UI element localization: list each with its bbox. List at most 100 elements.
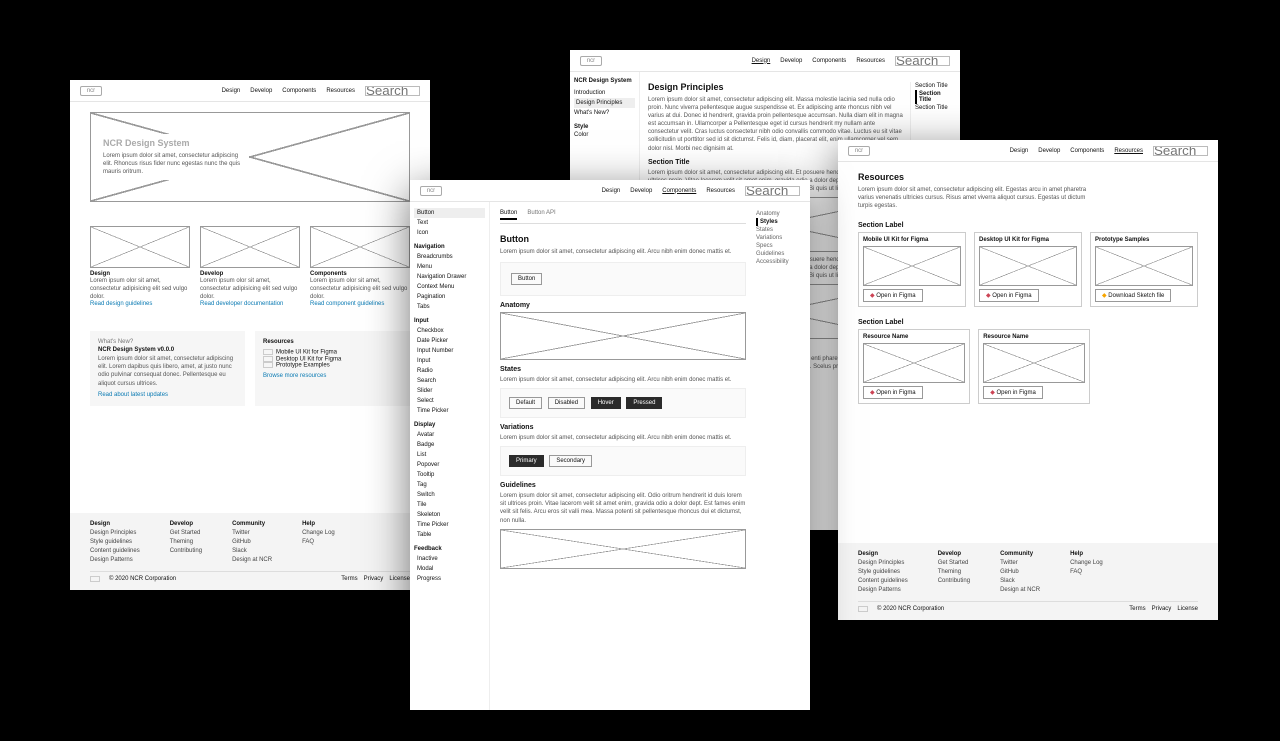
sidebar-color[interactable]: Color (574, 130, 635, 140)
logo[interactable]: ncr (580, 56, 602, 66)
sidebar-intro[interactable]: Introduction (574, 88, 635, 98)
toc-item[interactable]: Guidelines (756, 250, 800, 258)
footer-link[interactable]: Change Log (302, 529, 335, 538)
sidebar-item[interactable]: Time Picker (414, 406, 485, 416)
footer-link[interactable]: Style guidelines (858, 568, 908, 577)
resources-link[interactable]: Browse more resources (263, 373, 402, 379)
footer-link[interactable]: FAQ (1070, 568, 1103, 577)
whatsnew-link[interactable]: Read about latest updates (98, 392, 237, 398)
nav-resources[interactable]: Resources (326, 88, 355, 94)
toc-item[interactable]: Section Title (915, 104, 952, 112)
card-link[interactable]: Read developer documentation (200, 301, 283, 307)
toc-item[interactable]: Section Title (915, 90, 952, 104)
toc-item[interactable]: Specs (756, 242, 800, 250)
sidebar-item[interactable]: Input Number (414, 346, 485, 356)
sidebar-principles[interactable]: Design Principles (574, 98, 635, 108)
tab-button-api[interactable]: Button API (527, 210, 555, 220)
toc-item[interactable]: Styles (756, 218, 800, 226)
footer-link[interactable]: Design Principles (90, 529, 140, 538)
search-input[interactable] (1153, 146, 1208, 156)
footer-link[interactable]: Content guidelines (858, 577, 908, 586)
sidebar-item[interactable]: Popover (414, 460, 485, 470)
footer-link[interactable]: Design at NCR (1000, 586, 1040, 595)
nav-design[interactable]: Design (1010, 148, 1029, 154)
open-in-figma-button[interactable]: ◆ Open in Figma (979, 289, 1039, 302)
sidebar-item[interactable]: Search (414, 376, 485, 386)
nav-resources[interactable]: Resources (856, 58, 885, 64)
nav-design[interactable]: Design (602, 188, 621, 194)
sidebar-item[interactable]: Button (414, 208, 485, 218)
variant-primary-button[interactable]: Primary (509, 455, 544, 467)
resource-item[interactable]: Prototype Examples (263, 362, 402, 369)
toc-item[interactable]: Variations (756, 234, 800, 242)
search-input[interactable] (745, 186, 800, 196)
footer-link[interactable]: Get Started (170, 529, 202, 538)
sidebar-item[interactable]: Tabs (414, 302, 485, 312)
variant-secondary-button[interactable]: Secondary (549, 455, 592, 467)
footer-link[interactable]: Design at NCR (232, 556, 272, 565)
footer-link[interactable]: Style guidelines (90, 538, 140, 547)
sidebar-item[interactable]: Radio (414, 366, 485, 376)
sidebar-item[interactable]: Inactive (414, 554, 485, 564)
logo[interactable]: ncr (80, 86, 102, 96)
nav-develop[interactable]: Develop (250, 88, 272, 94)
card-link[interactable]: Read design guidelines (90, 301, 152, 307)
sidebar-item[interactable]: Pagination (414, 292, 485, 302)
sidebar-item[interactable]: Input (414, 356, 485, 366)
sidebar-item[interactable]: Tile (414, 500, 485, 510)
nav-resources[interactable]: Resources (1114, 148, 1143, 154)
search-input[interactable] (895, 56, 950, 66)
sidebar-item[interactable]: Avatar (414, 430, 485, 440)
download-sketch-button[interactable]: ◆ Download Sketch file (1095, 289, 1171, 302)
tab-button[interactable]: Button (500, 210, 517, 220)
sidebar-item[interactable]: Badge (414, 440, 485, 450)
sidebar-item[interactable]: Breadcrumbs (414, 252, 485, 262)
resource-item[interactable]: Mobile UI Kit for Figma (263, 349, 402, 356)
sidebar-item[interactable]: Select (414, 396, 485, 406)
open-in-figma-button[interactable]: ◆ Open in Figma (863, 289, 923, 302)
footer-license[interactable]: License (389, 576, 410, 582)
sidebar-whatsnew[interactable]: What's New? (574, 108, 635, 118)
logo[interactable]: ncr (420, 186, 442, 196)
state-default-button[interactable]: Default (509, 397, 542, 409)
toc-item[interactable]: Anatomy (756, 210, 800, 218)
sidebar-item[interactable]: Time Picker (414, 520, 485, 530)
sidebar-item[interactable]: Checkbox (414, 326, 485, 336)
nav-develop[interactable]: Develop (780, 58, 802, 64)
nav-develop[interactable]: Develop (1038, 148, 1060, 154)
nav-design[interactable]: Design (752, 58, 771, 64)
state-disabled-button[interactable]: Disabled (548, 397, 585, 409)
footer-link[interactable]: GitHub (1000, 568, 1040, 577)
sidebar-item[interactable]: Context Menu (414, 282, 485, 292)
footer-link[interactable]: Twitter (232, 529, 272, 538)
footer-link[interactable]: Design Patterns (858, 586, 908, 595)
toc-item[interactable]: States (756, 226, 800, 234)
sidebar-item[interactable]: Menu (414, 262, 485, 272)
sample-button[interactable]: Button (511, 273, 542, 285)
logo[interactable]: ncr (848, 146, 870, 156)
footer-link[interactable]: Design Principles (858, 559, 908, 568)
open-in-figma-button[interactable]: ◆ Open in Figma (863, 386, 923, 399)
sidebar-item[interactable]: Modal (414, 564, 485, 574)
card-link[interactable]: Read component guidelines (310, 301, 384, 307)
sidebar-item[interactable]: Slider (414, 386, 485, 396)
resource-item[interactable]: Desktop UI Kit for Figma (263, 356, 402, 363)
nav-resources[interactable]: Resources (706, 188, 735, 194)
toc-item[interactable]: Section Title (915, 82, 952, 90)
nav-components[interactable]: Components (282, 88, 316, 94)
sidebar-item[interactable]: Date Picker (414, 336, 485, 346)
footer-link[interactable]: Slack (1000, 577, 1040, 586)
footer-privacy[interactable]: Privacy (1152, 606, 1172, 612)
sidebar-item[interactable]: Tag (414, 480, 485, 490)
toc-item[interactable]: Accessibility (756, 258, 800, 266)
footer-link[interactable]: Slack (232, 547, 272, 556)
sidebar-item[interactable]: List (414, 450, 485, 460)
footer-terms[interactable]: Terms (1129, 606, 1145, 612)
footer-link[interactable]: Theming (170, 538, 202, 547)
footer-link[interactable]: Design Patterns (90, 556, 140, 565)
state-hover-button[interactable]: Hover (591, 397, 621, 409)
footer-link[interactable]: Twitter (1000, 559, 1040, 568)
sidebar-item[interactable]: Skeleton (414, 510, 485, 520)
footer-link[interactable]: Contributing (170, 547, 202, 556)
footer-link[interactable]: Theming (938, 568, 970, 577)
